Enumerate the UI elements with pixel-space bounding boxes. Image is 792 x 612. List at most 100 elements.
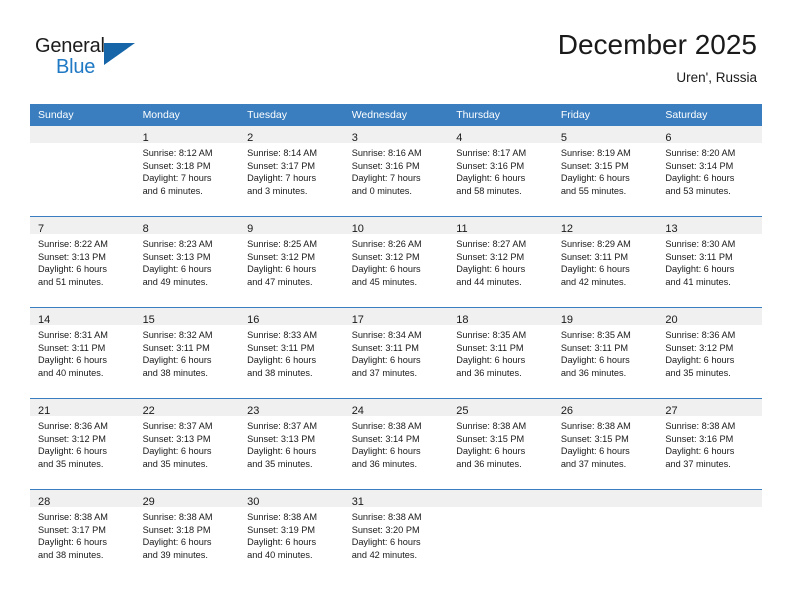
sunrise-text: Sunrise: 8:38 AM: [142, 512, 213, 522]
sunset-text: Sunset: 3:11 PM: [456, 342, 524, 353]
calendar-day-cell[interactable]: 29 Sunrise: 8:38 AM Sunset: 3:18 PM Dayligh…: [134, 489, 240, 580]
calendar-day-cell[interactable]: 22 Sunrise: 8:37 AM Sunset: 3:13 PM Dayligh…: [134, 398, 240, 490]
calendar-day-cell[interactable]: 13 Sunrise: 8:30 AM Sunset: 3:11 PM Dayligh…: [657, 216, 762, 308]
calendar-day-cell[interactable]: [657, 489, 762, 580]
sunset-text: Sunset: 3:14 PM: [351, 433, 420, 444]
sunrise-text: Sunrise: 8:34 AM: [351, 330, 422, 340]
calendar-day-cell[interactable]: 5 Sunrise: 8:19 AM Sunset: 3:15 PM Daylight…: [552, 126, 658, 217]
daylight-text-line1: Daylight: 6 hours: [456, 264, 526, 275]
sunrise-text: Sunrise: 8:17 AM: [456, 148, 527, 158]
sunrise-text: Sunrise: 8:27 AM: [456, 239, 527, 249]
daylight-text-line1: Daylight: 6 hours: [142, 446, 212, 457]
calendar-day-cell[interactable]: 11 Sunrise: 8:27 AM Sunset: 3:12 PM Dayligh…: [448, 216, 553, 308]
sunset-text: Sunset: 3:17 PM: [247, 160, 316, 171]
day-number: 8: [142, 223, 149, 235]
weekday-header-monday: Monday: [134, 104, 240, 126]
daylight-text-line1: Daylight: 6 hours: [456, 355, 526, 366]
daylight-text-line2: and 35 minutes.: [665, 367, 731, 378]
calendar-day-cell[interactable]: 28 Sunrise: 8:38 AM Sunset: 3:17 PM Dayligh…: [30, 489, 135, 580]
day-number: 22: [142, 405, 155, 417]
daylight-text-line1: Daylight: 7 hours: [142, 173, 212, 184]
daylight-text-line2: and 35 minutes.: [38, 458, 104, 469]
daylight-text-line1: Daylight: 6 hours: [456, 173, 526, 184]
day-number: 11: [456, 223, 468, 235]
calendar-day-cell[interactable]: 8 Sunrise: 8:23 AM Sunset: 3:13 PM Daylight…: [134, 216, 240, 308]
sunset-text: Sunset: 3:13 PM: [38, 251, 106, 262]
calendar-day-cell[interactable]: 18 Sunrise: 8:35 AM Sunset: 3:11 PM Dayligh…: [448, 307, 553, 399]
calendar-day-cell[interactable]: 1 Sunrise: 8:12 AM Sunset: 3:18 PM Daylight…: [134, 126, 240, 217]
day-number: 15: [142, 314, 155, 326]
sunset-text: Sunset: 3:16 PM: [351, 160, 420, 171]
calendar-day-cell[interactable]: 4 Sunrise: 8:17 AM Sunset: 3:16 PM Daylight…: [448, 126, 553, 217]
day-number: 5: [560, 132, 567, 144]
daylight-text-line2: and 47 minutes.: [247, 276, 313, 287]
sunrise-text: Sunrise: 8:20 AM: [665, 148, 736, 158]
weekday-header-saturday: Saturday: [657, 104, 762, 126]
sunset-text: Sunset: 3:11 PM: [665, 251, 733, 262]
day-number: 26: [560, 405, 574, 417]
calendar-day-cell[interactable]: 21 Sunrise: 8:36 AM Sunset: 3:12 PM Dayligh…: [30, 398, 135, 490]
daylight-text-line2: and 55 minutes.: [560, 185, 627, 196]
sunset-text: Sunset: 3:20 PM: [351, 524, 420, 535]
daylight-text-line1: Daylight: 6 hours: [38, 264, 107, 275]
day-number: 20: [665, 314, 678, 326]
daylight-text-line2: and 36 minutes.: [456, 458, 522, 469]
calendar-day-cell[interactable]: 15 Sunrise: 8:32 AM Sunset: 3:11 PM Dayligh…: [134, 307, 240, 399]
calendar-day-cell[interactable]: 12 Sunrise: 8:29 AM Sunset: 3:11 PM Dayligh…: [552, 216, 658, 308]
day-number: 14: [38, 314, 51, 326]
day-number: 17: [351, 314, 364, 326]
calendar-day-cell[interactable]: [552, 489, 658, 580]
sunrise-text: Sunrise: 8:38 AM: [247, 512, 318, 522]
sunset-text: Sunset: 3:12 PM: [247, 251, 316, 262]
sunset-text: Sunset: 3:16 PM: [665, 433, 734, 444]
sunrise-text: Sunrise: 8:37 AM: [247, 421, 318, 431]
calendar-day-cell[interactable]: [448, 489, 553, 580]
logo-text-blue: Blue: [56, 56, 96, 78]
calendar-day-cell[interactable]: 26 Sunrise: 8:38 AM Sunset: 3:15 PM Dayligh…: [552, 398, 658, 490]
calendar-day-cell[interactable]: 24 Sunrise: 8:38 AM Sunset: 3:14 PM Dayligh…: [343, 398, 449, 490]
calendar-day-cell[interactable]: 14 Sunrise: 8:31 AM Sunset: 3:11 PM Dayligh…: [30, 307, 135, 399]
sunrise-text: Sunrise: 8:22 AM: [38, 239, 108, 249]
daylight-text-line1: Daylight: 7 hours: [247, 173, 317, 184]
daylight-text-line1: Daylight: 6 hours: [38, 446, 107, 457]
calendar-day-cell[interactable]: [30, 126, 135, 217]
sunset-text: Sunset: 3:16 PM: [456, 160, 525, 171]
calendar-day-cell[interactable]: 7 Sunrise: 8:22 AM Sunset: 3:13 PM Daylight…: [30, 216, 135, 308]
calendar-day-cell[interactable]: 17 Sunrise: 8:34 AM Sunset: 3:11 PM Dayligh…: [343, 307, 449, 399]
sunset-text: Sunset: 3:13 PM: [142, 251, 211, 262]
calendar-day-cell[interactable]: 25 Sunrise: 8:38 AM Sunset: 3:15 PM Dayligh…: [448, 398, 553, 490]
calendar-day-cell[interactable]: 10 Sunrise: 8:26 AM Sunset: 3:12 PM Dayligh…: [343, 216, 449, 308]
sunrise-text: Sunrise: 8:25 AM: [247, 239, 318, 249]
day-number: 4: [456, 132, 463, 144]
daylight-text-line1: Daylight: 6 hours: [247, 355, 317, 366]
day-number: 9: [247, 223, 254, 235]
page-header: General Blue December 2025 Uren', Russia: [0, 0, 792, 103]
day-number: 27: [665, 405, 678, 417]
daylight-text-line2: and 6 minutes.: [142, 185, 203, 196]
daylight-text-line1: Daylight: 6 hours: [351, 537, 421, 548]
daylight-text-line2: and 42 minutes.: [351, 549, 418, 560]
calendar-day-cell[interactable]: 3 Sunrise: 8:16 AM Sunset: 3:16 PM Daylight…: [343, 126, 449, 217]
daylight-text-line2: and 36 minutes.: [560, 367, 627, 378]
sunset-text: Sunset: 3:18 PM: [142, 160, 211, 171]
calendar-day-cell[interactable]: 31 Sunrise: 8:38 AM Sunset: 3:20 PM Dayligh…: [343, 489, 449, 580]
daylight-text-line2: and 58 minutes.: [456, 185, 522, 196]
calendar-day-cell[interactable]: 16 Sunrise: 8:33 AM Sunset: 3:11 PM Dayligh…: [239, 307, 344, 399]
sunrise-text: Sunrise: 8:14 AM: [247, 148, 318, 158]
logo-text-general: General: [35, 35, 105, 57]
calendar-day-cell[interactable]: 23 Sunrise: 8:37 AM Sunset: 3:13 PM Dayligh…: [239, 398, 344, 490]
sunrise-text: Sunrise: 8:19 AM: [560, 148, 631, 158]
daylight-text-line1: Daylight: 7 hours: [351, 173, 421, 184]
day-number: 16: [247, 314, 260, 326]
calendar-day-cell[interactable]: 9 Sunrise: 8:25 AM Sunset: 3:12 PM Daylight…: [239, 216, 344, 308]
weekday-header-sunday: Sunday: [30, 104, 135, 126]
calendar-day-cell[interactable]: 6 Sunrise: 8:20 AM Sunset: 3:14 PM Daylight…: [657, 126, 762, 217]
day-number: 28: [38, 496, 51, 508]
calendar-day-cell[interactable]: 27 Sunrise: 8:38 AM Sunset: 3:16 PM Dayligh…: [657, 398, 762, 490]
day-number: 2: [247, 132, 254, 144]
calendar-day-cell[interactable]: 19 Sunrise: 8:35 AM Sunset: 3:11 PM Dayligh…: [552, 307, 658, 399]
calendar-day-cell[interactable]: 30 Sunrise: 8:38 AM Sunset: 3:19 PM Dayligh…: [239, 489, 344, 580]
calendar-day-cell[interactable]: 20 Sunrise: 8:36 AM Sunset: 3:12 PM Dayligh…: [657, 307, 762, 399]
sunset-text: Sunset: 3:13 PM: [247, 433, 316, 444]
calendar-day-cell[interactable]: 2 Sunrise: 8:14 AM Sunset: 3:17 PM Daylight…: [239, 126, 344, 217]
